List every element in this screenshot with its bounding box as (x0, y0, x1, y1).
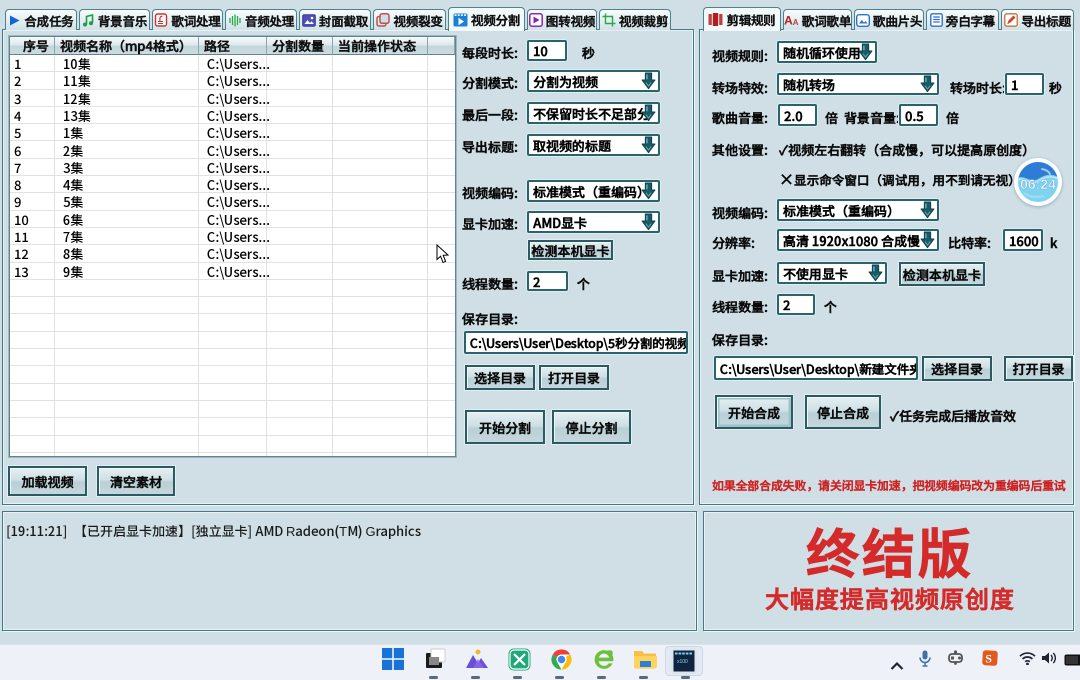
svg-text:A: A (784, 13, 793, 27)
svg-text:x100: x100 (677, 659, 688, 665)
svg-text:06:24: 06:24 (1020, 176, 1056, 192)
svg-text:A: A (793, 18, 799, 27)
svg-text:S: S (985, 652, 992, 666)
